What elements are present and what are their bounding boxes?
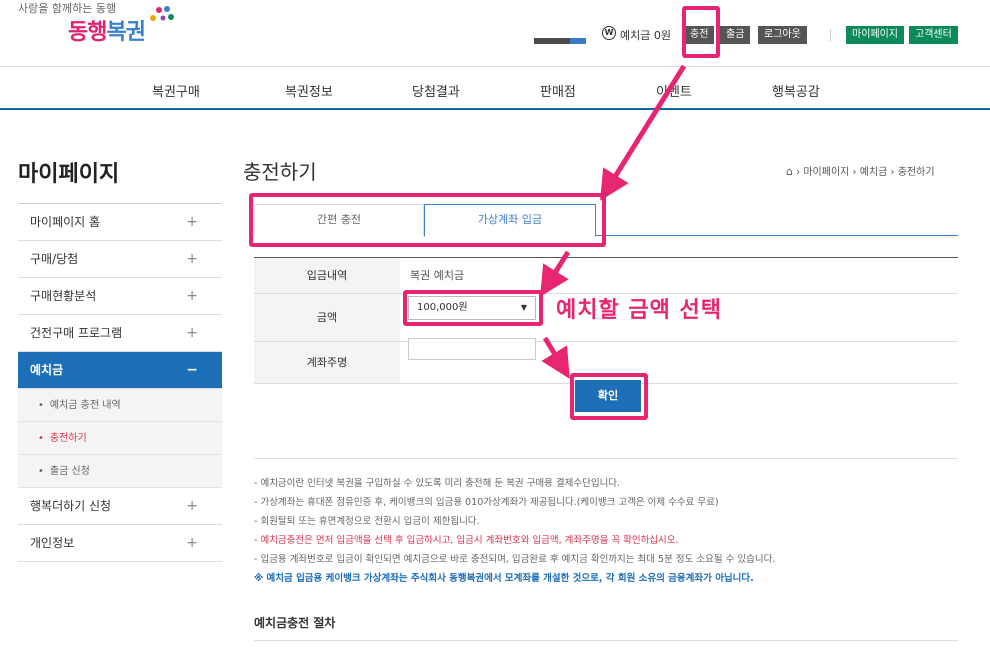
sidebar-item-label: 예치금: [30, 363, 64, 377]
sidebar-item-deposit[interactable]: 예치금 −: [18, 352, 222, 389]
logo-text-a: 동행: [68, 20, 107, 45]
main-nav: 복권구매 복권정보 당첨결과 판매점 이벤트 행복공감: [0, 66, 990, 110]
sidebar-item-label: 구매/당첨: [30, 252, 79, 266]
home-icon[interactable]: ⌂: [786, 165, 793, 178]
nav-item-happy[interactable]: 행복공감: [772, 81, 820, 100]
sidebar-item-analysis[interactable]: 구매현황분석 +: [18, 278, 222, 315]
customer-center-button[interactable]: 고객센터: [909, 26, 958, 44]
expand-icon: +: [186, 214, 198, 230]
user-name-bar-accent: [570, 38, 586, 44]
form-label: 금액: [254, 294, 400, 341]
sidebar-item-label: 구매현황분석: [30, 289, 97, 303]
expand-icon: +: [186, 498, 198, 514]
withdraw-button[interactable]: 출금: [720, 26, 751, 44]
highlight-charge-button: [682, 6, 720, 58]
sidebar-subitem-withdraw[interactable]: • 출금 신청: [18, 455, 222, 488]
highlight-confirm-button: [570, 373, 648, 420]
expand-icon: +: [186, 251, 198, 267]
header-divider: [830, 29, 831, 41]
nav-item-stores[interactable]: 판매점: [540, 81, 576, 100]
site-logo[interactable]: 동행복권: [68, 14, 146, 46]
highlight-tabs: [249, 193, 606, 247]
breadcrumb-item[interactable]: 예치금: [860, 167, 888, 178]
breadcrumb-sep: ›: [852, 167, 860, 178]
sidebar-item-home[interactable]: 마이페이지 홈 +: [18, 204, 222, 241]
form-label: 입금내역: [254, 258, 400, 293]
nav-item-buy[interactable]: 복권구매: [152, 81, 200, 100]
won-icon: W: [602, 26, 616, 40]
breadcrumb: ⌂ › 마이페이지 › 예치금 › 충전하기: [786, 163, 935, 178]
logo-text-b: 복권: [106, 20, 145, 45]
sidebar-item-label: 마이페이지 홈: [30, 215, 101, 229]
divider: [254, 458, 958, 459]
deposit-balance: 예치금 0원: [620, 29, 671, 42]
expand-icon: +: [186, 288, 198, 304]
nav-item-events[interactable]: 이벤트: [656, 81, 692, 100]
nav-item-results[interactable]: 당첨결과: [412, 81, 460, 100]
logout-button[interactable]: 로그아웃: [758, 26, 807, 44]
sidebar-item-happy[interactable]: 행복더하기 신청 +: [18, 488, 222, 525]
procedure-title: 예치금충전 절차: [254, 616, 336, 630]
logo-mark-icon: [150, 6, 174, 21]
sidebar-item-personal[interactable]: 개인정보 +: [18, 525, 222, 562]
sidebar-subitem-history[interactable]: • 예치금 충전 내역: [18, 389, 222, 422]
notice-list: - 예치금이란 인터넷 복권을 구입하실 수 있도록 미리 충전해 둔 복권 구…: [254, 474, 974, 588]
expand-icon: +: [186, 325, 198, 341]
breadcrumb-item[interactable]: 마이페이지: [803, 167, 849, 178]
expand-icon: +: [186, 535, 198, 551]
sidebar-subitem-charge[interactable]: • 충전하기: [18, 422, 222, 455]
breadcrumb-sep: ›: [890, 167, 898, 178]
form-row-deposit-type: 입금내역 복권 예치금: [254, 258, 958, 294]
highlight-amount-select: [403, 290, 543, 326]
site-header: 사랑을 함께하는 동행 동행복권 W 예치금 0원 충전 출금 로그아웃 마이페…: [0, 0, 990, 66]
sidebar-item-label: 건전구매 프로그램: [30, 326, 123, 340]
sidebar-subitem-label: 출금 신청: [49, 466, 90, 477]
notice-item: - 예치금이란 인터넷 복권을 구입하실 수 있도록 미리 충전해 둔 복권 구…: [254, 478, 621, 489]
account-holder-input[interactable]: [408, 338, 536, 360]
collapse-icon: −: [186, 362, 198, 378]
sidebar-item-label: 개인정보: [30, 536, 75, 550]
sidebar-item-purchase[interactable]: 구매/당첨 +: [18, 241, 222, 278]
annotation-label: 예치할 금액 선택: [556, 298, 722, 323]
breadcrumb-item: 충전하기: [897, 167, 935, 178]
notice-item: - 입금용 계좌번호로 입금이 확인되면 예치금으로 바로 충전되며, 입금완료…: [254, 554, 776, 565]
nav-item-info[interactable]: 복권정보: [285, 81, 333, 100]
notice-item: - 회원탈퇴 또는 휴면계정으로 전환시 입금이 제한됩니다.: [254, 516, 480, 527]
sidebar-item-program[interactable]: 건전구매 프로그램 +: [18, 315, 222, 352]
procedure-divider: [254, 640, 958, 641]
notice-item-info: ※ 예치금 입금용 케이뱅크 가상계좌는 주식회사 동행복권에서 모계좌를 개설…: [254, 573, 754, 584]
sidebar-item-label: 행복더하기 신청: [30, 499, 112, 513]
notice-item: - 가상계좌는 휴대폰 점유인증 후, 케이뱅크의 입금용 010가상계좌가 제…: [254, 497, 719, 508]
sidebar-subitem-label: 예치금 충전 내역: [49, 400, 121, 411]
sidebar-title: 마이페이지: [18, 162, 120, 187]
form-label: 계좌주명: [254, 342, 400, 383]
notice-item-warning: - 예치금충전은 먼저 입금액을 선택 후 입금하시고, 입금시 계좌번호와 입…: [254, 535, 679, 546]
sidebar: 마이페이지 홈 + 구매/당첨 + 구매현황분석 + 건전구매 프로그램 + 예치금 − …: [18, 203, 222, 562]
mypage-button[interactable]: 마이페이지: [846, 26, 904, 44]
page-title: 충전하기: [243, 160, 317, 184]
deposit-type-value: 복권 예치금: [410, 269, 465, 282]
sidebar-subitem-label: 충전하기: [49, 433, 87, 444]
